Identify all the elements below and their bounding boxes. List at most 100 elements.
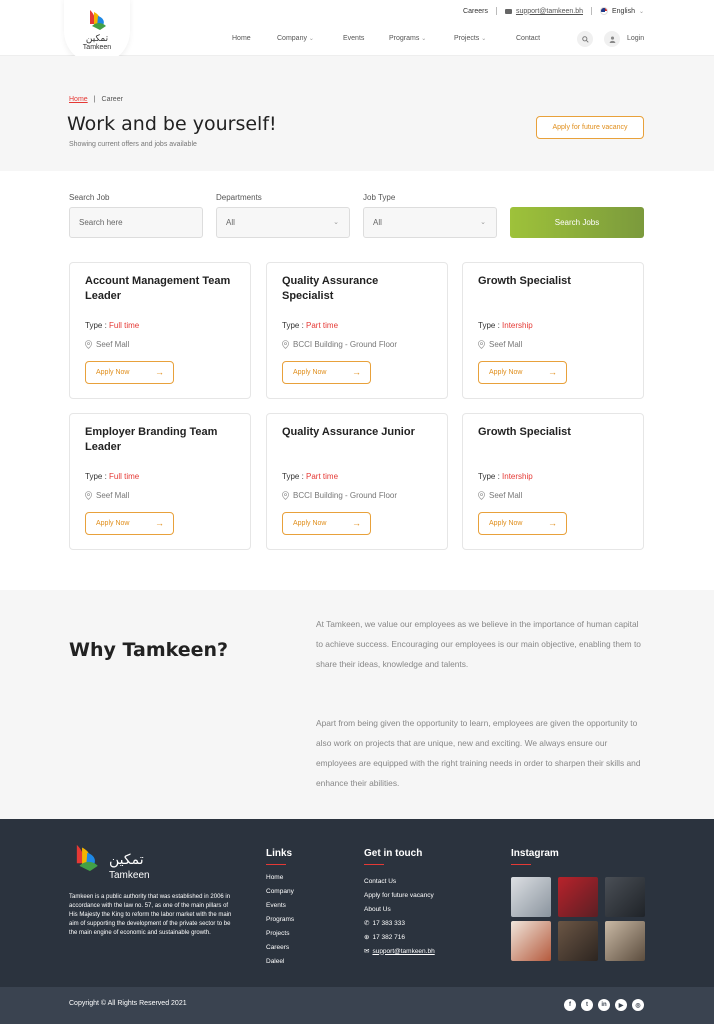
footer-contact-list: Contact Us Apply for future vacancy Abou… — [364, 874, 435, 958]
location-pin-icon — [282, 491, 289, 500]
footer-contact-heading: Get in touch — [364, 848, 423, 865]
job-type: Type : Full time — [85, 472, 139, 481]
footer-email[interactable]: ✉ support@tamkeen.bh — [364, 944, 435, 958]
job-location: Seef Mall — [85, 340, 129, 349]
footer-links-heading: Links — [266, 848, 293, 865]
footer-link-projects[interactable]: Projects — [266, 930, 294, 944]
login-link[interactable]: Login — [627, 35, 644, 42]
arrow-right-icon: → — [155, 367, 164, 377]
facebook-icon[interactable]: f — [564, 999, 576, 1011]
search-icon — [581, 35, 589, 43]
job-type: Type : Part time — [282, 321, 338, 330]
job-type-label: Job Type — [363, 193, 396, 202]
instagram-post[interactable] — [558, 921, 598, 961]
breadcrumb-home[interactable]: Home — [69, 96, 88, 103]
apply-now-button[interactable]: Apply Now → — [478, 512, 567, 535]
instagram-post[interactable] — [605, 877, 645, 917]
job-type-select[interactable]: All ⌄ — [363, 207, 497, 238]
footer-phone[interactable]: ✆ 17 383 333 — [364, 916, 435, 930]
footer-link-contact-us[interactable]: Contact Us — [364, 874, 435, 888]
job-type-label: Type : — [85, 472, 110, 481]
divider — [495, 7, 497, 15]
job-type-label: Type : — [282, 472, 307, 481]
footer-link-daleel[interactable]: Daleel — [266, 958, 294, 972]
search-job-input[interactable]: Search here — [69, 207, 203, 238]
job-card: Account Management Team Leader Type : Fu… — [69, 262, 251, 399]
nav-programs[interactable]: Programs ⌄ — [389, 35, 426, 42]
job-type-label: Type : — [85, 321, 110, 330]
nav-contact[interactable]: Contact — [516, 35, 540, 42]
departments-select[interactable]: All ⌄ — [216, 207, 350, 238]
footer-link-events[interactable]: Events — [266, 902, 294, 916]
instagram-post[interactable] — [511, 877, 551, 917]
fax-icon: ⊕ — [364, 934, 370, 941]
apply-now-button[interactable]: Apply Now → — [478, 361, 567, 384]
user-avatar-button[interactable] — [604, 31, 620, 47]
nav-programs-label: Programs — [389, 35, 420, 42]
job-title: Quality Assurance Specialist — [282, 275, 379, 302]
footer-link-about-us[interactable]: About Us — [364, 902, 435, 916]
support-email-link[interactable]: support@tamkeen.bh — [504, 8, 583, 15]
apply-now-button[interactable]: Apply Now → — [85, 361, 174, 384]
arrow-right-icon: → — [352, 518, 361, 528]
brand-arabic-text: تمكين — [85, 34, 109, 44]
why-paragraph-2: Apart from being given the opportunity t… — [316, 718, 641, 788]
instagram-icon[interactable]: ◎ — [632, 999, 644, 1011]
top-bar: Careers support@tamkeen.bh English ⌄ — [463, 7, 644, 15]
search-button[interactable] — [577, 31, 593, 47]
phone-icon: ✆ — [364, 920, 370, 927]
job-title: Employer Branding Team Leader — [85, 426, 218, 453]
job-location-text: Seef Mall — [489, 491, 523, 500]
apply-now-button[interactable]: Apply Now → — [282, 361, 371, 384]
job-type-value: Full time — [109, 321, 140, 330]
footer-logo[interactable]: تمكين Tamkeen — [69, 838, 169, 882]
twitter-icon[interactable]: t — [581, 999, 593, 1011]
job-location: BCCI Building - Ground Floor — [282, 491, 397, 500]
footer-brand-arabic: تمكين — [109, 852, 144, 868]
footer-link-programs[interactable]: Programs — [266, 916, 294, 930]
linkedin-icon[interactable]: in — [598, 999, 610, 1011]
copyright-text: Copyright © All Rights Reserved 2021 — [69, 1000, 187, 1007]
nav-projects[interactable]: Projects ⌄ — [454, 35, 486, 42]
location-pin-icon — [282, 340, 289, 349]
instagram-post[interactable] — [558, 877, 598, 917]
apply-now-button[interactable]: Apply Now → — [85, 512, 174, 535]
language-selector[interactable]: English ⌄ — [600, 7, 644, 15]
footer-link-future-vacancy[interactable]: Apply for future vacancy — [364, 888, 435, 902]
footer-link-careers[interactable]: Careers — [266, 944, 294, 958]
footer-fax[interactable]: ⊕ 17 382 716 — [364, 930, 435, 944]
why-title: Why Tamkeen? — [69, 639, 229, 661]
nav-company-label: Company — [277, 35, 307, 42]
careers-link[interactable]: Careers — [463, 8, 488, 15]
nav-home[interactable]: Home — [232, 35, 251, 42]
job-card: Growth Specialist Type : Intership Seef … — [462, 413, 644, 550]
nav-company[interactable]: Company ⌄ — [277, 35, 314, 42]
footer-link-home[interactable]: Home — [266, 874, 294, 888]
job-type-value: Intership — [502, 472, 533, 481]
nav-events[interactable]: Events — [343, 35, 364, 42]
footer-link-company[interactable]: Company — [266, 888, 294, 902]
language-label: English — [612, 7, 635, 15]
instagram-post[interactable] — [605, 921, 645, 961]
instagram-grid — [511, 877, 645, 961]
departments-label: Departments — [216, 193, 262, 202]
apply-now-button[interactable]: Apply Now → — [282, 512, 371, 535]
arrow-right-icon: → — [155, 518, 164, 528]
user-icon — [609, 36, 615, 43]
job-type-label: Type : — [478, 472, 503, 481]
job-type: Type : Intership — [478, 472, 533, 481]
footer-about-text: Tamkeen is a public authority that was e… — [69, 894, 232, 936]
job-location-text: BCCI Building - Ground Floor — [293, 491, 398, 500]
brand-logo[interactable]: تمكين Tamkeen — [64, 0, 130, 64]
instagram-post[interactable] — [511, 921, 551, 961]
divider — [591, 7, 592, 15]
footer-fax-text: 17 382 716 — [372, 933, 405, 941]
apply-now-label: Apply Now — [96, 369, 130, 376]
search-placeholder: Search here — [79, 218, 123, 227]
youtube-icon[interactable]: ▶ — [615, 999, 627, 1011]
search-jobs-button[interactable]: Search Jobs — [510, 207, 644, 238]
arrow-right-icon: → — [352, 367, 361, 377]
apply-now-label: Apply Now — [96, 520, 130, 527]
apply-now-label: Apply Now — [293, 520, 327, 527]
apply-future-vacancy-button[interactable]: Apply for future vacancy — [536, 116, 644, 139]
